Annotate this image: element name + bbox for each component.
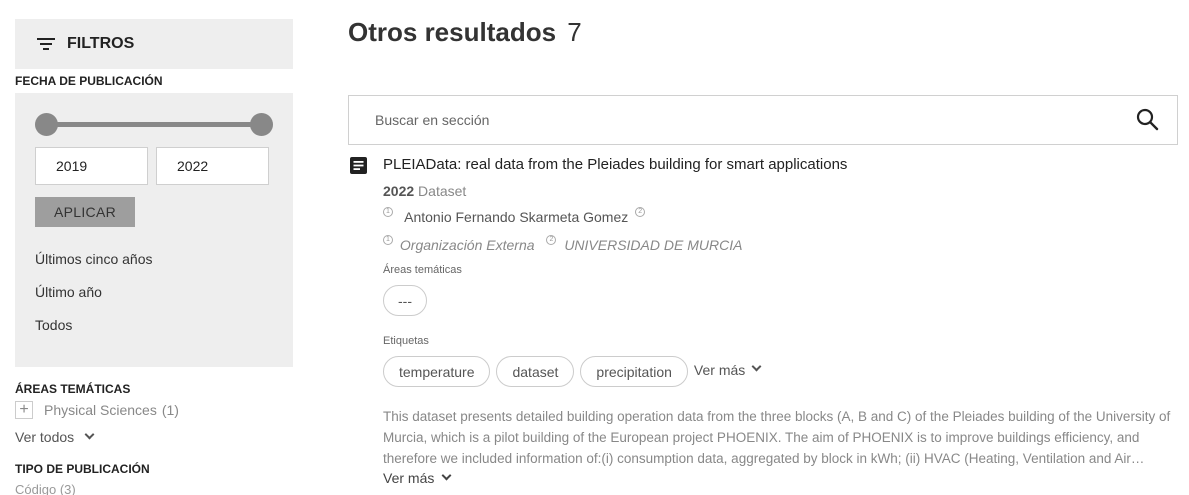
see-all-label: Ver todos (15, 429, 75, 445)
chevron-down-icon (441, 470, 452, 480)
tags-more-link[interactable]: Ver más (693, 361, 762, 378)
see-all-areas-link[interactable]: Ver todos (15, 429, 293, 445)
filters-sidebar: FILTROS FECHA DE PUBLICACIÓN APLICAR Últ… (15, 19, 293, 495)
result-org1: Organización Externa (399, 237, 535, 253)
year-range-slider[interactable] (35, 113, 273, 137)
tag-chip-dataset[interactable]: dataset (496, 356, 575, 387)
apply-button[interactable]: APLICAR (35, 197, 135, 227)
year-to-input[interactable] (156, 147, 269, 185)
date-section-label: FECHA DE PUBLICACIÓN (15, 74, 163, 88)
areas-label: Áreas temáticas (383, 264, 462, 276)
filter-icon (37, 37, 55, 51)
quick-link-last-year[interactable]: Último año (35, 282, 273, 315)
author-affiliation-marker: 2 (635, 207, 646, 217)
result-type: Dataset (418, 183, 467, 199)
chevron-down-icon (84, 429, 95, 439)
quick-link-all[interactable]: Todos (35, 315, 273, 348)
slider-handle-max[interactable] (250, 113, 273, 136)
search-icon[interactable] (1135, 107, 1161, 133)
pub-type-item-label: Código (15, 482, 57, 495)
area-item-physical-sciences[interactable]: + Physical Sciences (1) (15, 401, 293, 419)
result-title-link[interactable]: PLEIAData: real data from the Pleiades b… (383, 156, 847, 173)
tags-chips: temperature dataset precipitation Ver má… (383, 356, 762, 387)
section-search (348, 95, 1178, 145)
pub-type-item-code[interactable]: Código (3) (15, 482, 293, 495)
areas-section-label: ÁREAS TEMÁTICAS (15, 382, 131, 396)
areas-chips: --- (383, 285, 433, 316)
expand-plus-icon[interactable]: + (15, 401, 33, 419)
results-heading: Otros resultados 7 (348, 17, 582, 48)
area-item-label: Physical Sciences (44, 402, 157, 418)
area-item-count: (1) (161, 402, 179, 418)
author-marker: 1 (383, 207, 393, 217)
pub-type-section-label: TIPO DE PUBLICACIÓN (15, 462, 150, 476)
pub-type-item-count: (3) (59, 482, 76, 495)
result-author-line: 1 Antonio Fernando Skarmeta Gomez 2 (383, 207, 653, 225)
tag-chip-temperature[interactable]: temperature (383, 356, 491, 387)
search-input[interactable] (375, 112, 1135, 128)
description-more-label: Ver más (383, 470, 435, 486)
tags-more-label: Ver más (693, 361, 746, 378)
date-filter-panel: APLICAR Últimos cinco años Último año To… (15, 93, 293, 367)
chevron-down-icon (751, 361, 762, 372)
org2-marker: 2 (546, 235, 557, 245)
year-from-input[interactable] (35, 147, 148, 185)
quick-date-links: Últimos cinco años Último año Todos (35, 249, 273, 348)
result-author[interactable]: Antonio Fernando Skarmeta Gomez (404, 209, 628, 225)
tags-label: Etiquetas (383, 335, 429, 347)
quick-link-last-five-years[interactable]: Últimos cinco años (35, 249, 273, 282)
slider-handle-min[interactable] (35, 113, 58, 136)
filters-header[interactable]: FILTROS (15, 19, 293, 69)
result-year-type: 2022 Dataset (383, 183, 466, 199)
result-year: 2022 (383, 183, 415, 199)
result-org-line: 1 Organización Externa 2 UNIVERSIDAD DE … (383, 235, 743, 253)
document-icon (350, 157, 367, 174)
filters-title: FILTROS (67, 35, 135, 52)
result-org2: UNIVERSIDAD DE MURCIA (564, 237, 743, 253)
results-title: Otros resultados (348, 17, 557, 47)
org1-marker: 1 (383, 235, 393, 245)
description-more-link[interactable]: Ver más (383, 470, 452, 486)
slider-track (45, 122, 263, 127)
results-count: 7 (567, 17, 582, 47)
tag-chip-precipitation[interactable]: precipitation (580, 356, 688, 387)
area-chip[interactable]: --- (383, 285, 427, 316)
result-description: This dataset presents detailed building … (383, 409, 1171, 466)
